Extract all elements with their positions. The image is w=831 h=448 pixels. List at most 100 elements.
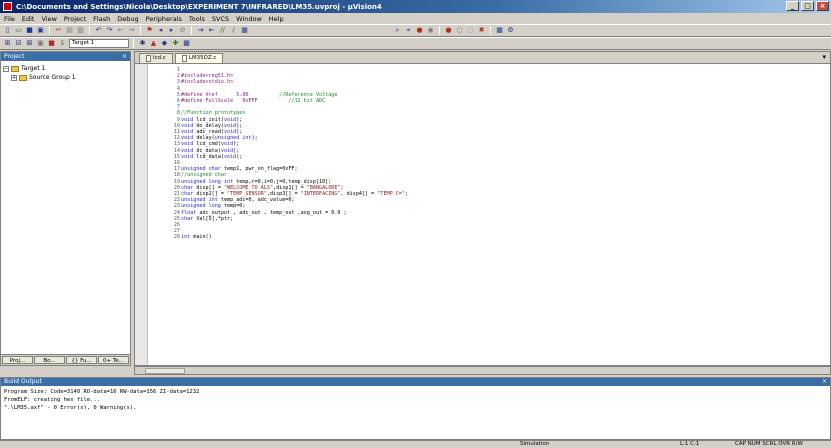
menu-debug[interactable]: Debug <box>117 15 138 23</box>
menu-project[interactable]: Project <box>64 15 86 23</box>
rebuild-icon[interactable]: ⊠ <box>25 39 34 48</box>
menu-peripherals[interactable]: Peripherals <box>146 15 182 23</box>
toolbar-separator <box>89 26 90 35</box>
status-bar: Simulation L:1 C:1 CAP NUM SCRL OVR R/W <box>0 440 831 448</box>
cut-icon[interactable]: ✂ <box>54 26 63 35</box>
batch-build-icon[interactable]: ▣ <box>36 39 45 48</box>
editor-tabbar: lcd.c LM35DZ.c ▾ <box>135 52 830 64</box>
stop-build-icon[interactable]: ■ <box>47 39 56 48</box>
bookmark-icon[interactable]: ⚑ <box>145 26 154 35</box>
line-text: char disp[] = "WELCOME TO ALS",disp1[] =… <box>181 184 344 191</box>
breakpoint-icon[interactable]: ◉ <box>426 26 435 35</box>
horizontal-scrollbar[interactable] <box>134 366 831 375</box>
close-pane-icon[interactable]: × <box>122 52 127 61</box>
line-number: 28 <box>173 234 180 241</box>
output-pane-title: Build Output × <box>1 378 830 386</box>
line-text: #define Vref 5.00 //Reference Voltage <box>181 91 338 98</box>
tree-item-source-group[interactable]: + Source Group 1 <box>3 73 128 82</box>
status-cursor-position: L:1 C:1 <box>680 441 700 447</box>
menu-help[interactable]: Help <box>269 15 284 23</box>
code-line[interactable]: 28int main() <box>172 234 408 240</box>
collapse-icon[interactable]: − <box>3 65 9 72</box>
menu-file[interactable]: File <box>4 15 15 23</box>
menu-svcs[interactable]: SVCS <box>212 15 229 23</box>
find-icon[interactable]: ⌕ <box>393 26 402 35</box>
clear-bookmarks-icon[interactable]: ⊘ <box>178 26 187 35</box>
build-output-text[interactable]: Program Size: Code=3140 RO-data=16 RW-da… <box>1 386 830 414</box>
tab-books[interactable]: Bo... <box>34 356 65 364</box>
toolbar-separator <box>140 26 141 35</box>
incremental-find-icon[interactable]: ⌖ <box>404 26 413 35</box>
save-icon[interactable]: ■ <box>25 26 34 35</box>
new-file-icon[interactable]: ▯ <box>3 26 12 35</box>
tree-item-target[interactable]: − Target 1 <box>3 64 128 73</box>
line-text: float adc_output , adc_out , temp_out ,a… <box>181 209 347 216</box>
editor-gutter[interactable] <box>135 64 148 365</box>
manage-components-icon[interactable]: ◆ <box>160 39 169 48</box>
disable-breakpoints-icon[interactable]: ◌ <box>466 26 475 35</box>
close-button[interactable]: × <box>816 1 829 11</box>
enable-breakpoint-icon[interactable]: ○ <box>455 26 464 35</box>
nav-back-icon[interactable]: ← <box>116 26 125 35</box>
translate-icon[interactable]: ⊞ <box>3 39 12 48</box>
tab-lm35dz-c[interactable]: LM35DZ.c <box>174 53 224 63</box>
menu-window[interactable]: Window <box>236 15 262 23</box>
comment-icon[interactable]: // <box>218 26 227 35</box>
line-text: unsigned int temp_adc=0, adc_value=0; <box>181 197 295 204</box>
line-text: unsigned char temp1, pwr_on_flag=0xFF; <box>181 166 298 173</box>
toolbar-separator <box>490 26 491 35</box>
code-editor[interactable]: lcd.c LM35DZ.c ▾ 1 2#include<reg51.h> 3#in… <box>134 51 831 366</box>
copy-settings-icon[interactable]: ✚ <box>171 39 180 48</box>
expand-icon[interactable]: + <box>11 74 17 81</box>
kill-breakpoints-icon[interactable]: ✖ <box>477 26 486 35</box>
tab-templates[interactable]: 0+ Te... <box>98 356 129 364</box>
output-line: ".\LM35.axf" - 0 Error(s), 0 Warning(s). <box>4 405 137 411</box>
unindent-icon[interactable]: ⇤ <box>207 26 216 35</box>
redo-icon[interactable]: ↷ <box>105 26 114 35</box>
target-select[interactable]: Target 1 <box>69 39 129 48</box>
window-layout-icon[interactable]: ▦ <box>495 26 504 35</box>
menu-tools[interactable]: Tools <box>189 15 205 23</box>
next-bookmark-icon[interactable]: ▸ <box>167 26 176 35</box>
code-text[interactable]: 1 2#include<reg51.h> 3#include<stdio.h> 4 5#… <box>172 67 408 241</box>
configure-icon[interactable]: ⚙ <box>506 26 515 35</box>
tab-label: LM35DZ.c <box>188 55 217 61</box>
maximize-button[interactable]: □ <box>801 1 814 11</box>
menu-flash[interactable]: Flash <box>93 15 110 23</box>
output-pane-title-label: Build Output <box>4 378 42 385</box>
build-icon[interactable]: ⊟ <box>14 39 23 48</box>
menu-edit[interactable]: Edit <box>22 15 35 23</box>
target-options-icon[interactable]: ✱ <box>138 39 147 48</box>
menu-view[interactable]: View <box>41 15 56 23</box>
download-icon[interactable]: ⇓ <box>58 39 67 48</box>
paste-icon[interactable]: ▥ <box>76 26 85 35</box>
app-icon <box>3 2 12 11</box>
output-line: FromELF: creating hex file... <box>4 397 101 403</box>
copy-icon[interactable]: ▤ <box>65 26 74 35</box>
debug-icon[interactable]: ● <box>415 26 424 35</box>
minimize-button[interactable]: _ <box>786 1 799 11</box>
prev-bookmark-icon[interactable]: ◂ <box>156 26 165 35</box>
line-text: #include<stdio.h> <box>181 79 234 86</box>
tab-list-icon[interactable]: ▾ <box>822 53 826 61</box>
save-all-icon[interactable]: ▣ <box>36 26 45 35</box>
indent-icon[interactable]: ⇥ <box>196 26 205 35</box>
scroll-thumb[interactable] <box>145 368 185 374</box>
multi-project-icon[interactable]: ▩ <box>182 39 191 48</box>
window-title: C:\Documents and Settings\Nicola\Desktop… <box>16 2 382 11</box>
open-file-icon[interactable]: ▭ <box>14 26 23 35</box>
line-text: #include<reg51.h> <box>181 73 234 80</box>
file-extensions-icon[interactable]: ▲ <box>149 39 158 48</box>
find-in-files-icon[interactable]: ▦ <box>240 26 249 35</box>
close-pane-icon[interactable]: × <box>822 378 827 386</box>
uncomment-icon[interactable]: / <box>229 26 238 35</box>
tab-project[interactable]: Proj... <box>2 356 33 364</box>
tab-label: lcd.c <box>153 55 166 61</box>
file-icon <box>146 55 151 62</box>
build-output-pane: Build Output × Program Size: Code=3140 R… <box>0 377 831 440</box>
insert-breakpoint-icon[interactable]: ● <box>444 26 453 35</box>
tab-lcd-c[interactable]: lcd.c <box>139 53 173 63</box>
nav-forward-icon[interactable]: → <box>127 26 136 35</box>
undo-icon[interactable]: ↶ <box>94 26 103 35</box>
tab-functions[interactable]: {} Fu... <box>66 356 97 364</box>
